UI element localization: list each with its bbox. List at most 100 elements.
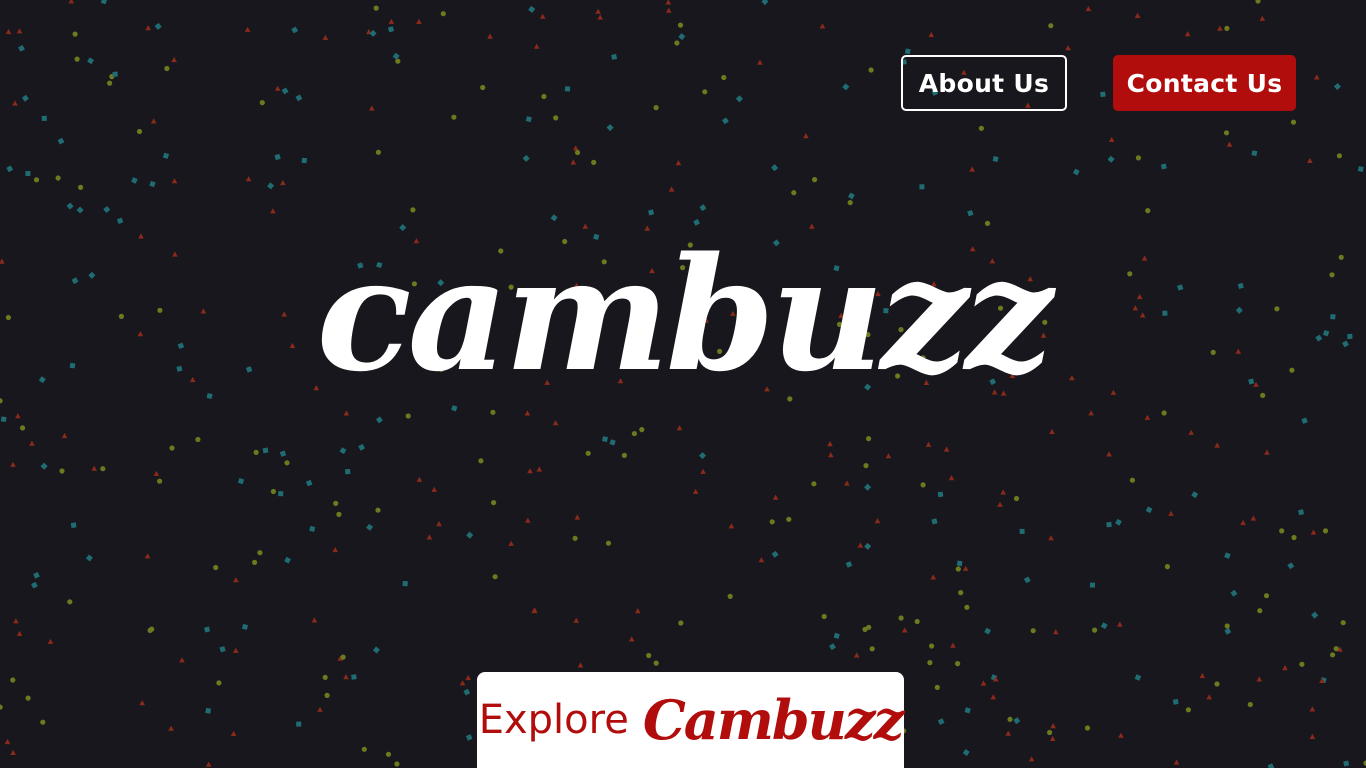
confetti-particle xyxy=(1307,157,1313,163)
confetti-particle xyxy=(508,540,514,546)
confetti-particle xyxy=(1264,449,1270,455)
confetti-particle xyxy=(18,45,25,52)
confetti-particle xyxy=(279,450,287,457)
confetti-particle xyxy=(1185,707,1191,713)
confetti-particle xyxy=(1050,723,1056,729)
confetti-particle xyxy=(233,577,239,583)
confetti-particle xyxy=(25,695,31,701)
confetti-particle xyxy=(1309,706,1316,712)
confetti-particle xyxy=(621,452,628,458)
confetti-particle xyxy=(967,209,974,217)
confetti-particle xyxy=(819,23,826,29)
confetti-particle xyxy=(595,8,601,14)
confetti-particle xyxy=(611,53,618,60)
confetti-particle xyxy=(213,564,219,571)
confetti-particle xyxy=(1053,629,1059,635)
confetti-particle xyxy=(1092,627,1098,633)
confetti-particle xyxy=(1013,717,1021,725)
confetti-particle xyxy=(1100,622,1108,630)
confetti-particle xyxy=(76,206,84,214)
confetti-particle xyxy=(605,540,612,546)
confetti-particle xyxy=(1199,672,1206,679)
confetti-particle xyxy=(980,680,987,686)
confetti-particle xyxy=(665,0,672,5)
confetti-particle xyxy=(0,416,7,423)
confetti-particle xyxy=(336,511,342,517)
confetti-particle xyxy=(833,632,840,640)
confetti-particle xyxy=(653,660,659,666)
confetti-particle xyxy=(410,207,416,213)
confetti-particle xyxy=(1322,528,1329,534)
confetti-particle xyxy=(21,94,29,102)
confetti-particle xyxy=(914,618,920,625)
confetti-particle xyxy=(205,707,212,714)
confetti-particle xyxy=(112,71,118,77)
confetti-particle xyxy=(164,65,170,72)
confetti-particle xyxy=(4,738,11,745)
confetti-particle xyxy=(1217,25,1223,31)
about-us-button[interactable]: About Us xyxy=(901,55,1067,111)
confetti-particle xyxy=(678,33,686,41)
confetti-particle xyxy=(388,18,395,24)
confetti-particle xyxy=(131,177,138,184)
confetti-particle xyxy=(803,133,809,139)
confetti-particle xyxy=(204,626,211,633)
confetti-particle xyxy=(653,105,659,111)
confetti-particle xyxy=(929,643,935,649)
explore-cambuzz-button[interactable]: Explore Cambuzz xyxy=(477,672,904,768)
confetti-particle xyxy=(937,491,944,498)
confetti-particle xyxy=(274,85,281,91)
confetti-particle xyxy=(539,13,546,19)
confetti-particle xyxy=(721,117,729,125)
confetti-particle xyxy=(70,522,77,528)
confetti-particle xyxy=(930,574,937,580)
confetti-particle xyxy=(55,175,61,181)
confetti-particle xyxy=(1255,0,1261,4)
confetti-particle xyxy=(1263,593,1270,599)
confetti-particle xyxy=(955,566,961,572)
confetti-particle xyxy=(463,688,471,696)
confetti-particle xyxy=(955,661,961,667)
confetti-particle xyxy=(1290,119,1297,125)
confetti-particle xyxy=(1240,519,1246,526)
confetti-particle xyxy=(278,491,284,497)
confetti-particle xyxy=(572,145,579,151)
confetti-particle xyxy=(1164,564,1170,570)
confetti-particle xyxy=(845,561,853,568)
confetti-particle xyxy=(274,153,281,161)
confetti-particle xyxy=(487,33,493,39)
confetti-particle xyxy=(10,461,16,467)
confetti-particle xyxy=(864,542,872,550)
contact-us-button[interactable]: Contact Us xyxy=(1113,55,1296,111)
confetti-particle xyxy=(631,431,638,437)
confetti-particle xyxy=(205,761,212,767)
confetti-particle xyxy=(844,480,850,486)
confetti-particle xyxy=(1311,611,1319,619)
confetti-particle xyxy=(1224,552,1231,559)
confetti-particle xyxy=(1257,608,1263,614)
confetti-particle xyxy=(591,159,597,165)
confetti-particle xyxy=(577,662,584,668)
confetti-particle xyxy=(553,115,559,121)
confetti-particle xyxy=(666,7,672,13)
confetti-particle xyxy=(536,466,543,472)
confetti-particle xyxy=(525,116,532,123)
confetti-particle xyxy=(1226,141,1233,147)
confetti-particle xyxy=(984,627,991,635)
confetti-particle xyxy=(25,170,31,177)
confetti-particle xyxy=(281,87,289,95)
confetti-particle xyxy=(676,425,683,431)
confetti-particle xyxy=(369,29,377,37)
confetti-particle xyxy=(1089,582,1096,588)
confetti-particle xyxy=(480,84,486,91)
confetti-particle xyxy=(416,476,423,482)
confetti-particle xyxy=(1129,477,1135,483)
confetti-particle xyxy=(31,581,38,589)
confetti-particle xyxy=(1357,166,1364,172)
confetti-particle xyxy=(372,646,380,654)
confetti-particle xyxy=(574,514,581,520)
confetti-particle xyxy=(943,446,950,452)
confetti-particle xyxy=(305,479,313,487)
confetti-particle xyxy=(728,523,735,529)
confetti-particle xyxy=(387,26,395,33)
